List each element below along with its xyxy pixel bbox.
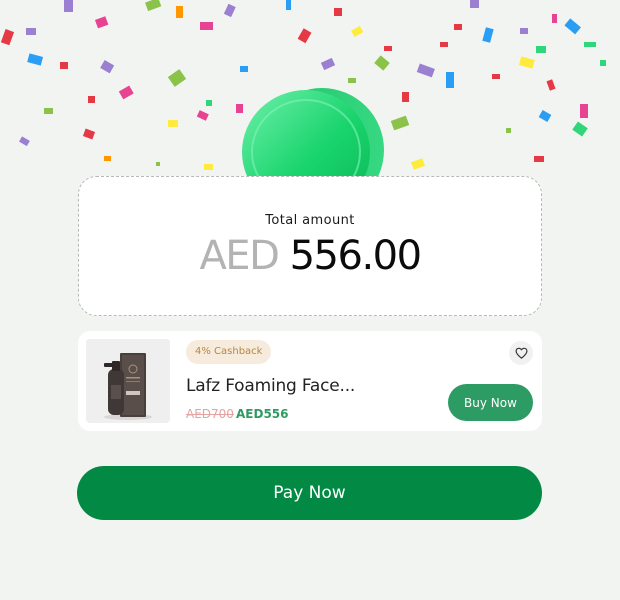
buy-now-button[interactable]: Buy Now [448,384,533,421]
cashback-badge: 4% Cashback [186,340,272,364]
total-currency: AED [199,233,279,279]
coin-icon [242,88,384,186]
pay-now-button[interactable]: Pay Now [77,466,542,520]
product-image [86,339,170,423]
product-name[interactable]: Lafz Foaming Face... [186,376,355,396]
total-amount-value: 556.00 [289,233,422,279]
heart-outline-icon [514,347,528,359]
original-price: AED700 [186,407,234,421]
total-amount: AED 556.00 [79,233,541,279]
discounted-price: AED556 [236,407,289,421]
total-amount-card: Total amount AED 556.00 [78,176,542,316]
total-amount-label: Total amount [265,213,355,228]
product-card[interactable]: 4% Cashback Lafz Foaming Face... AED700 … [78,331,542,431]
wishlist-button[interactable] [509,341,533,365]
